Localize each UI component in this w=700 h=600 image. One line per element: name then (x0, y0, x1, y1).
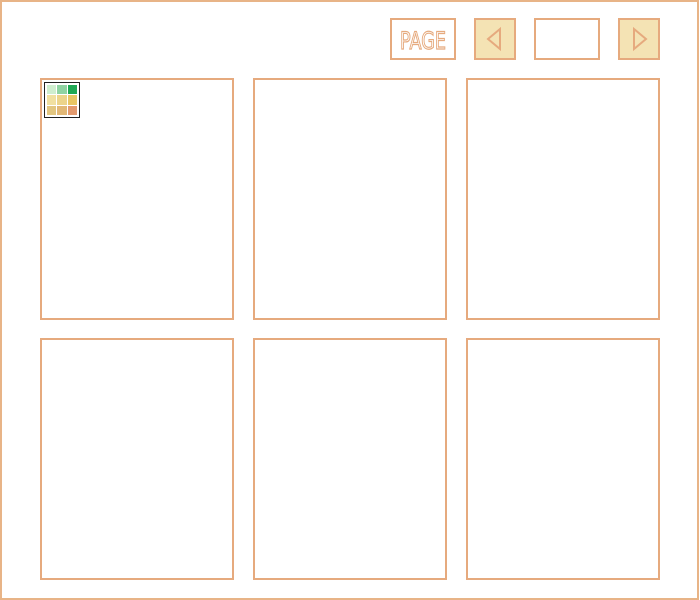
page-number-input[interactable] (534, 18, 600, 60)
grid-tile-6[interactable] (466, 338, 660, 580)
color-grid-cell (67, 85, 77, 95)
page-label-text: PAGE (399, 26, 446, 55)
triangle-right-icon (633, 26, 648, 52)
grid-tile-3[interactable] (466, 78, 660, 320)
color-grid-cell (67, 105, 77, 115)
grid-tile-2[interactable] (253, 78, 447, 320)
color-grid-cell (47, 105, 57, 115)
prev-page-button[interactable] (474, 18, 516, 60)
grid-tile-5[interactable] (253, 338, 447, 580)
grid-tile-1[interactable] (40, 78, 234, 320)
next-page-button[interactable] (618, 18, 660, 60)
grid-tile-4[interactable] (40, 338, 234, 580)
color-grid-cell (47, 85, 57, 95)
color-grid-cell (47, 95, 57, 105)
triangle-left-icon (486, 26, 501, 52)
color-grid-cell (57, 95, 67, 105)
color-grid-cell (57, 85, 67, 95)
color-grid-cell (57, 105, 67, 115)
page-label: PAGE (390, 18, 456, 60)
color-grid-cell (67, 95, 77, 105)
color-grid-icon (44, 82, 80, 118)
page-label-glyphs: PAGE (400, 27, 446, 55)
